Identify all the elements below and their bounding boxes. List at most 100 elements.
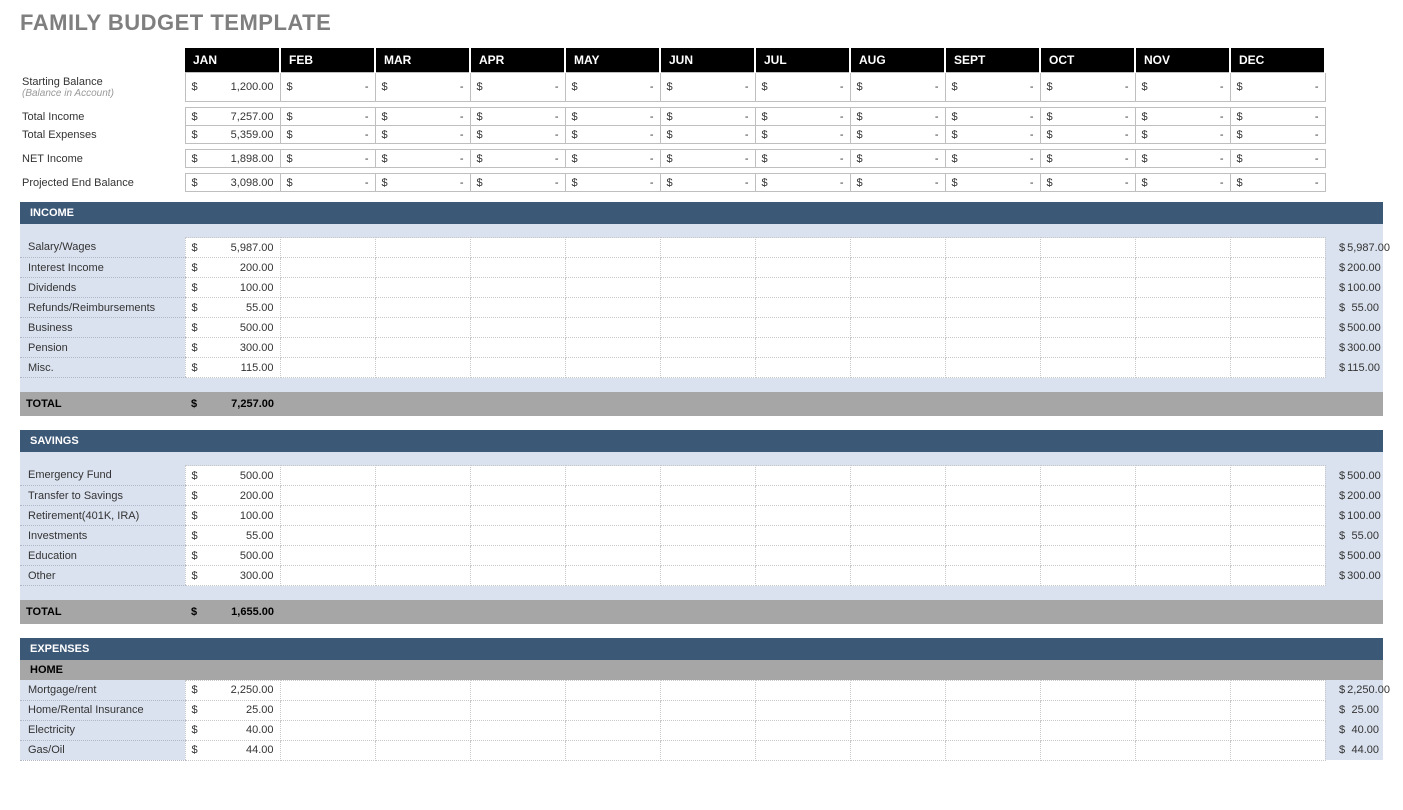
- line-cell[interactable]: [280, 278, 375, 298]
- summary-cell[interactable]: $1,898.00: [185, 150, 280, 168]
- line-cell[interactable]: [850, 526, 945, 546]
- line-cell[interactable]: [565, 740, 660, 760]
- line-cell[interactable]: [945, 546, 1040, 566]
- line-cell[interactable]: [565, 298, 660, 318]
- line-cell[interactable]: [565, 700, 660, 720]
- summary-cell[interactable]: $-: [375, 73, 470, 102]
- line-cell[interactable]: $115.00: [185, 358, 280, 378]
- summary-cell[interactable]: $-: [755, 174, 850, 192]
- summary-cell[interactable]: $-: [660, 174, 755, 192]
- line-cell[interactable]: [660, 278, 755, 298]
- line-cell[interactable]: [375, 486, 470, 506]
- line-cell[interactable]: [945, 526, 1040, 546]
- line-cell[interactable]: [1230, 486, 1325, 506]
- line-cell[interactable]: [1230, 526, 1325, 546]
- line-cell[interactable]: [375, 566, 470, 586]
- line-cell[interactable]: [1230, 740, 1325, 760]
- line-cell[interactable]: [1135, 466, 1230, 486]
- line-cell[interactable]: [375, 338, 470, 358]
- line-cell[interactable]: [660, 238, 755, 258]
- line-cell[interactable]: [660, 338, 755, 358]
- line-cell[interactable]: [1230, 466, 1325, 486]
- summary-cell[interactable]: $-: [280, 150, 375, 168]
- summary-cell[interactable]: $-: [660, 126, 755, 144]
- summary-cell[interactable]: $-: [1135, 150, 1230, 168]
- line-cell[interactable]: [470, 546, 565, 566]
- summary-cell[interactable]: $-: [1040, 174, 1135, 192]
- line-cell[interactable]: [1135, 238, 1230, 258]
- line-cell[interactable]: $44.00: [185, 740, 280, 760]
- line-cell[interactable]: [1135, 358, 1230, 378]
- line-cell[interactable]: [375, 680, 470, 700]
- line-cell[interactable]: [565, 566, 660, 586]
- line-cell[interactable]: [660, 546, 755, 566]
- line-cell[interactable]: [945, 298, 1040, 318]
- summary-cell[interactable]: $-: [565, 150, 660, 168]
- line-cell[interactable]: [470, 298, 565, 318]
- line-cell[interactable]: [660, 526, 755, 546]
- line-cell[interactable]: [1040, 318, 1135, 338]
- line-cell[interactable]: [1230, 546, 1325, 566]
- summary-cell[interactable]: $-: [660, 73, 755, 102]
- summary-cell[interactable]: $-: [945, 73, 1040, 102]
- line-cell[interactable]: [945, 506, 1040, 526]
- summary-cell[interactable]: $-: [470, 126, 565, 144]
- line-cell[interactable]: [565, 486, 660, 506]
- line-cell[interactable]: [755, 466, 850, 486]
- line-cell[interactable]: [565, 318, 660, 338]
- line-cell[interactable]: [945, 720, 1040, 740]
- line-cell[interactable]: $200.00: [185, 258, 280, 278]
- line-cell[interactable]: [280, 506, 375, 526]
- summary-cell[interactable]: $3,098.00: [185, 174, 280, 192]
- line-cell[interactable]: $500.00: [185, 466, 280, 486]
- summary-cell[interactable]: $-: [850, 174, 945, 192]
- line-cell[interactable]: [1135, 486, 1230, 506]
- line-cell[interactable]: [1040, 506, 1135, 526]
- line-cell[interactable]: [470, 486, 565, 506]
- line-cell[interactable]: [470, 278, 565, 298]
- summary-cell[interactable]: $-: [1230, 108, 1325, 126]
- line-cell[interactable]: [660, 358, 755, 378]
- line-cell[interactable]: [1040, 566, 1135, 586]
- line-cell[interactable]: [660, 700, 755, 720]
- line-cell[interactable]: [280, 338, 375, 358]
- line-cell[interactable]: [755, 338, 850, 358]
- summary-cell[interactable]: $-: [755, 150, 850, 168]
- line-cell[interactable]: [565, 258, 660, 278]
- line-cell[interactable]: [1230, 238, 1325, 258]
- line-cell[interactable]: [660, 258, 755, 278]
- line-cell[interactable]: [280, 318, 375, 338]
- line-cell[interactable]: [1230, 298, 1325, 318]
- line-cell[interactable]: [850, 680, 945, 700]
- line-cell[interactable]: [1040, 720, 1135, 740]
- line-cell[interactable]: [280, 258, 375, 278]
- summary-cell[interactable]: $-: [850, 126, 945, 144]
- line-cell[interactable]: [470, 526, 565, 546]
- line-cell[interactable]: [1230, 358, 1325, 378]
- summary-cell[interactable]: $-: [1040, 126, 1135, 144]
- line-cell[interactable]: [660, 298, 755, 318]
- summary-cell[interactable]: $-: [660, 108, 755, 126]
- summary-cell[interactable]: $-: [280, 174, 375, 192]
- line-cell[interactable]: [1040, 298, 1135, 318]
- line-cell[interactable]: [280, 546, 375, 566]
- summary-cell[interactable]: $-: [945, 126, 1040, 144]
- line-cell[interactable]: [375, 238, 470, 258]
- line-cell[interactable]: [1230, 318, 1325, 338]
- line-cell[interactable]: [1040, 546, 1135, 566]
- line-cell[interactable]: [850, 700, 945, 720]
- summary-cell[interactable]: $-: [1135, 108, 1230, 126]
- line-cell[interactable]: [755, 700, 850, 720]
- line-cell[interactable]: [375, 258, 470, 278]
- summary-cell[interactable]: $-: [945, 150, 1040, 168]
- summary-cell[interactable]: $-: [470, 108, 565, 126]
- line-cell[interactable]: [1135, 258, 1230, 278]
- line-cell[interactable]: [1135, 720, 1230, 740]
- line-cell[interactable]: [660, 680, 755, 700]
- line-cell[interactable]: [945, 338, 1040, 358]
- line-cell[interactable]: [470, 258, 565, 278]
- line-cell[interactable]: $100.00: [185, 506, 280, 526]
- line-cell[interactable]: [1230, 338, 1325, 358]
- line-cell[interactable]: [375, 546, 470, 566]
- line-cell[interactable]: [755, 720, 850, 740]
